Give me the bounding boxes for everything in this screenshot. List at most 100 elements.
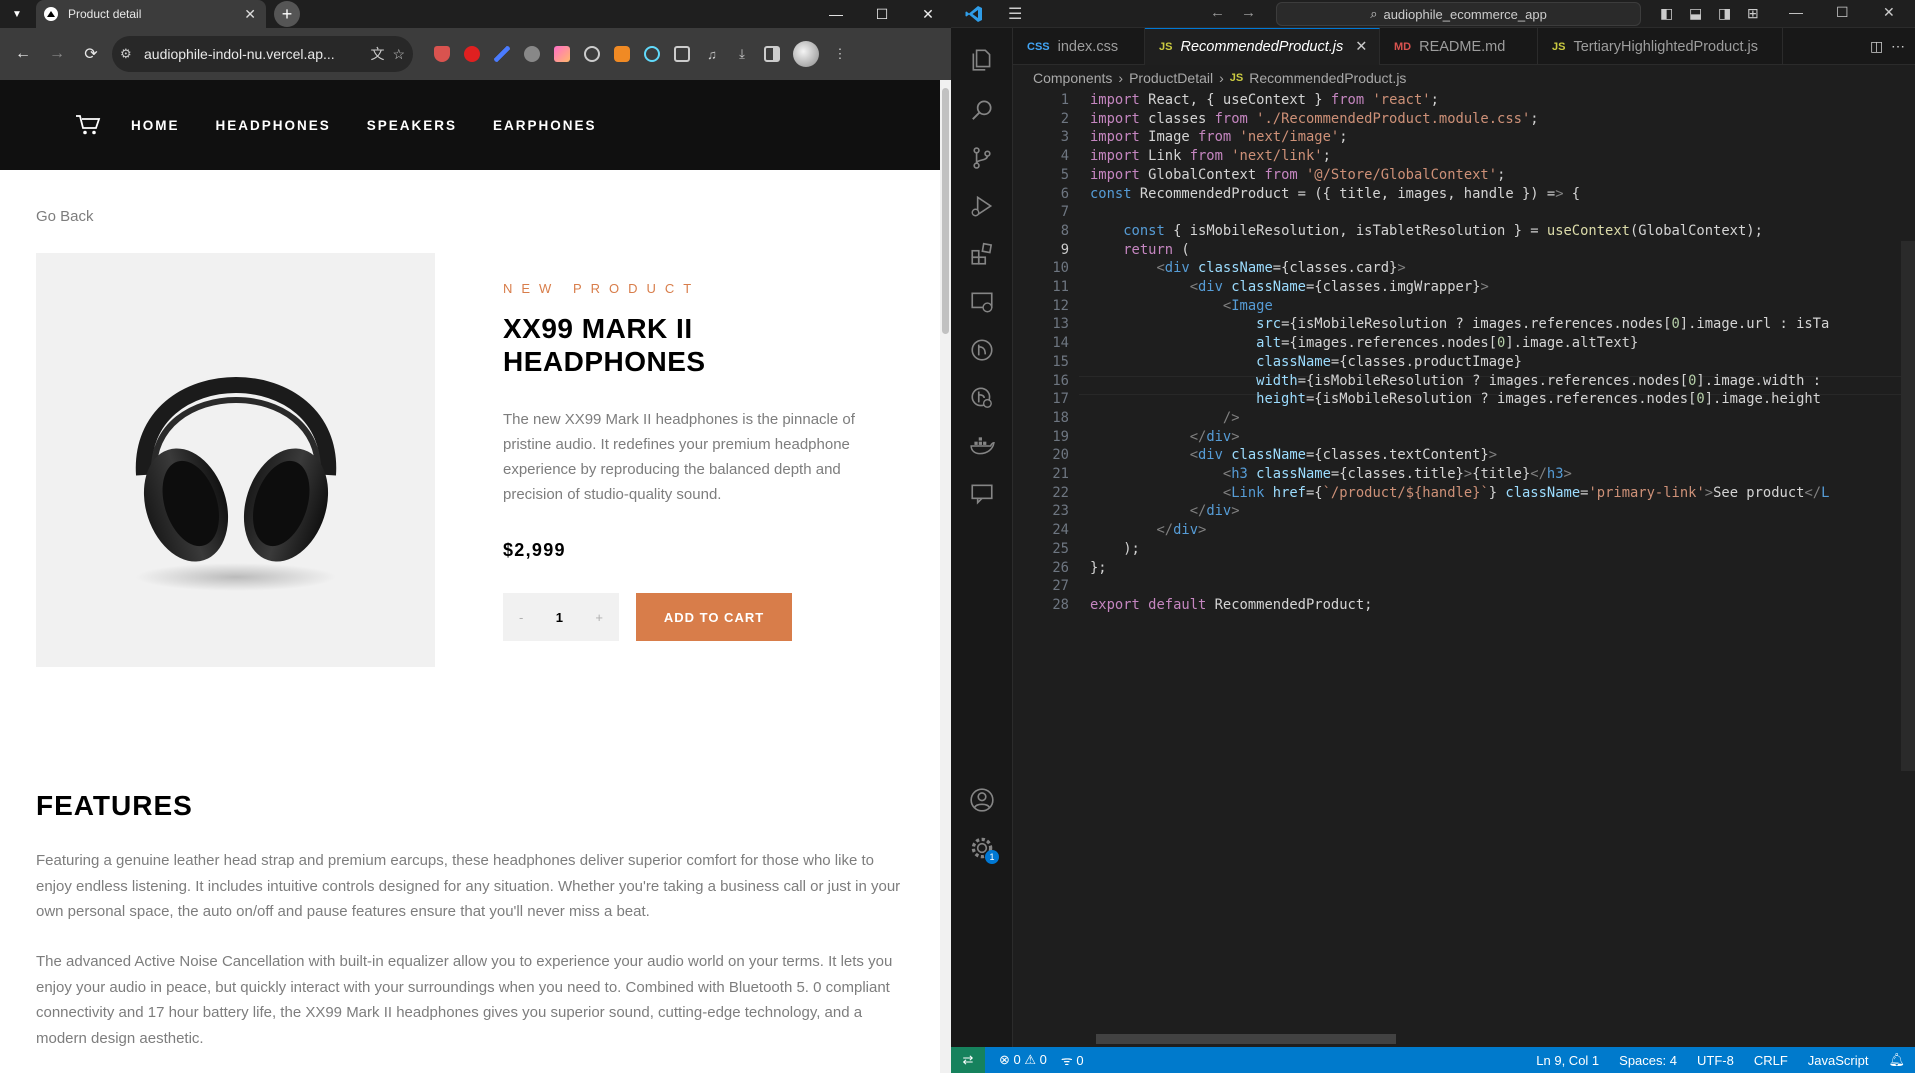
toggle-secondary-sidebar-icon[interactable]: ◨ (1718, 5, 1731, 22)
code-line[interactable]: 23 </div> (1013, 502, 1915, 521)
reload-icon[interactable]: ⟳ (74, 37, 108, 71)
cart-icon[interactable] (75, 114, 101, 136)
tab-tertiary-highlighted-product-js[interactable]: JS TertiaryHighlightedProduct.js (1538, 28, 1783, 65)
accounts-icon[interactable] (966, 784, 998, 816)
extension-pen-icon[interactable] (487, 37, 517, 71)
end-of-line[interactable]: CRLF (1754, 1053, 1788, 1068)
code-line[interactable]: 4 import Link from 'next/link'; (1013, 147, 1915, 166)
extension-shield-icon[interactable] (427, 37, 457, 71)
code-line[interactable]: 20 <div className={classes.textContent}> (1013, 446, 1915, 465)
forward-icon[interactable]: → (40, 37, 74, 71)
minimize-icon[interactable]: — (813, 0, 859, 28)
nav-speakers[interactable]: SPEAKERS (367, 118, 457, 133)
remote-indicator-icon[interactable]: ⇄ (951, 1047, 985, 1073)
code-line[interactable]: 6 const RecommendedProduct = ({ title, im… (1013, 185, 1915, 204)
code-line[interactable]: 9 return ( (1013, 241, 1915, 260)
ports-indicator[interactable]: ᯤ 0 (1061, 1051, 1084, 1069)
cursor-position[interactable]: Ln 9, Col 1 (1536, 1053, 1599, 1068)
code-line[interactable]: 2 import classes from './RecommendedProdu… (1013, 110, 1915, 129)
increment-button[interactable]: + (595, 610, 603, 625)
bookmark-star-icon[interactable]: ☆ (392, 46, 405, 63)
code-line[interactable]: 14 alt={images.references.nodes[0].image… (1013, 334, 1915, 353)
nav-headphones[interactable]: HEADPHONES (216, 118, 331, 133)
code-line[interactable]: 21 <h3 className={classes.title}>{title}… (1013, 465, 1915, 484)
code-line[interactable]: 25 ); (1013, 540, 1915, 559)
vscode-maximize-icon[interactable]: ☐ (1836, 4, 1849, 21)
extension-orange-icon[interactable] (607, 37, 637, 71)
vscode-minimize-icon[interactable]: — (1789, 4, 1803, 20)
address-bar[interactable]: ⚙ audiophile-indol-nu.vercel.ap... 文 ☆ (112, 36, 413, 72)
source-control-icon[interactable] (966, 142, 998, 174)
encoding[interactable]: UTF-8 (1697, 1053, 1734, 1068)
extension-red-icon[interactable] (457, 37, 487, 71)
remote-explorer-icon[interactable] (966, 286, 998, 318)
go-back-link[interactable]: Go Back (36, 208, 94, 225)
site-info-icon[interactable]: ⚙ (120, 46, 136, 62)
close-tab-icon[interactable]: ✕ (1355, 39, 1367, 55)
code-line[interactable]: 18 /> (1013, 409, 1915, 428)
customize-layout-icon[interactable]: ⊞ (1747, 5, 1759, 22)
page-scrollbar[interactable] (940, 80, 951, 1073)
extension-react-icon[interactable] (637, 37, 667, 71)
code-line[interactable]: 26}; (1013, 559, 1915, 578)
live-share-icon[interactable] (966, 478, 998, 510)
vscode-close-icon[interactable]: ✕ (1883, 4, 1895, 21)
tab-search-icon[interactable]: ▼ (4, 1, 30, 27)
code-line[interactable]: 13 src={isMobileResolution ? images.refe… (1013, 315, 1915, 334)
nav-earphones[interactable]: EARPHONES (493, 118, 597, 133)
nav-back-icon[interactable]: ← (1210, 4, 1225, 21)
scrollbar-thumb[interactable] (942, 88, 949, 334)
code-line[interactable]: 5 import GlobalContext from '@/Store/Glob… (1013, 166, 1915, 185)
nav-home[interactable]: HOME (131, 118, 180, 133)
downloads-icon[interactable]: ⤓ (727, 37, 757, 71)
command-center-search[interactable]: ⌕ audiophile_ecommerce_app (1276, 2, 1641, 26)
docker-icon[interactable] (966, 430, 998, 462)
editor-vertical-scrollbar[interactable] (1901, 241, 1915, 771)
code-line[interactable]: 16 width={isMobileResolution ? images.re… (1013, 372, 1915, 391)
side-panel-icon[interactable] (757, 37, 787, 71)
tab-recommended-product-js[interactable]: JS RecommendedProduct.js ✕ (1145, 28, 1380, 65)
code-line[interactable]: 22 <Link href={`/product/${handle}`} cla… (1013, 484, 1915, 503)
code-line[interactable]: 15 className={classes.productImage} (1013, 353, 1915, 372)
code-line[interactable]: 11 <div className={classes.imgWrapper}> (1013, 278, 1915, 297)
decrement-button[interactable]: - (519, 610, 523, 625)
nav-forward-icon[interactable]: → (1241, 4, 1256, 21)
editor-horizontal-scrollbar[interactable] (1096, 1034, 1396, 1044)
back-icon[interactable]: ← (6, 37, 40, 71)
code-line[interactable]: 12 <Image (1013, 297, 1915, 316)
code-line[interactable]: 19 </div> (1013, 428, 1915, 447)
notifications-bell-icon[interactable]: 🔔︎ (1888, 1052, 1905, 1068)
extensions-puzzle-icon[interactable] (667, 37, 697, 71)
close-tab-icon[interactable]: ✕ (244, 6, 256, 23)
code-editor[interactable]: 1 import React, { useContext } from 'reac… (1013, 91, 1915, 1047)
profile-avatar[interactable] (793, 41, 819, 67)
github-pr-icon[interactable] (966, 334, 998, 366)
code-line[interactable]: 28 export default RecommendedProduct; (1013, 596, 1915, 615)
code-line[interactable]: 10 <div className={classes.card}> (1013, 259, 1915, 278)
language-mode[interactable]: JavaScript (1808, 1053, 1869, 1068)
browser-tab-product-detail[interactable]: Product detail ✕ (36, 0, 266, 28)
breadcrumb-item[interactable]: Components (1033, 70, 1112, 86)
gitlens-icon[interactable] (966, 382, 998, 414)
extensions-icon[interactable] (966, 238, 998, 270)
code-line[interactable]: 8 const { isMobileResolution, isTabletRe… (1013, 222, 1915, 241)
chrome-menu-icon[interactable]: ⋮ (825, 37, 855, 71)
toggle-sidebar-icon[interactable]: ◧ (1660, 5, 1673, 22)
media-controls-icon[interactable]: ♫ (697, 37, 727, 71)
code-line[interactable]: 27 (1013, 577, 1915, 596)
manage-gear-icon[interactable]: 1 (966, 832, 999, 864)
code-line[interactable]: 17 height={isMobileResolution ? images.r… (1013, 390, 1915, 409)
problems-indicator[interactable]: ⊗ 0 ⚠ 0 (999, 1052, 1047, 1068)
new-tab-button[interactable]: + (274, 1, 300, 27)
extension-gradient-icon[interactable] (547, 37, 577, 71)
explorer-icon[interactable] (966, 44, 998, 76)
code-line[interactable]: 24 </div> (1013, 521, 1915, 540)
menu-hamburger-icon[interactable]: ☰ (1008, 4, 1022, 24)
close-window-icon[interactable]: ✕ (905, 0, 951, 28)
tab-index-css[interactable]: CSS index.css (1013, 28, 1145, 65)
code-line[interactable]: 3 import Image from 'next/image'; (1013, 128, 1915, 147)
split-editor-icon[interactable]: ◫ ⋯ (1870, 38, 1905, 55)
url-text[interactable]: audiophile-indol-nu.vercel.ap... (144, 46, 362, 62)
breadcrumb-item[interactable]: RecommendedProduct.js (1249, 70, 1406, 86)
breadcrumb-item[interactable]: ProductDetail (1129, 70, 1213, 86)
